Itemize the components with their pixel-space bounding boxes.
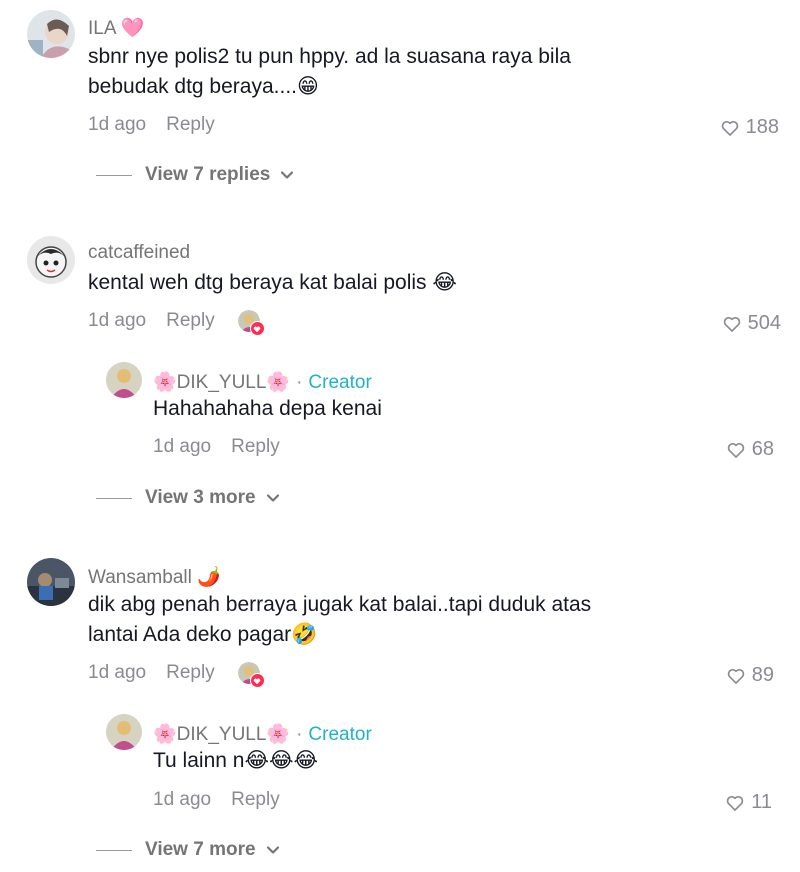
heart-outline-icon — [727, 668, 744, 684]
comment-username[interactable]: Wansamball 🌶️ — [88, 565, 221, 589]
view-more-button[interactable]: View 3 more — [96, 487, 280, 509]
heart-outline-icon — [721, 120, 738, 136]
view-more-label: View 7 more — [145, 839, 256, 860]
heart-badge-icon — [249, 321, 265, 336]
comment-meta: 1d ago Reply — [88, 310, 265, 336]
like-count: 68 — [751, 438, 774, 460]
comment-text-line: bebudak dtg beraya....😁 — [88, 75, 319, 98]
like-count: 504 — [747, 312, 781, 334]
like-count: 11 — [751, 791, 772, 813]
reply-username[interactable]: 🌸DIK_YULL🌸 · Creator — [153, 722, 372, 746]
view-more-button[interactable]: View 7 more — [96, 839, 280, 861]
reply-username[interactable]: 🌸DIK_YULL🌸 · Creator — [153, 370, 372, 394]
chevron-down-icon — [281, 171, 294, 179]
comment-time: 1d ago — [88, 662, 147, 684]
divider-line — [96, 849, 132, 851]
reply-text: Hahahahaha depa kenai — [153, 397, 382, 420]
chevron-down-icon — [266, 494, 279, 502]
chili-pepper-icon: 🌶️ — [197, 566, 221, 588]
separator-dot: · — [296, 372, 303, 393]
comment-time: 1d ago — [88, 310, 147, 332]
reply-button[interactable]: Reply — [231, 436, 280, 457]
comment-meta: 1d ago Reply — [88, 114, 215, 136]
creator-avatar[interactable] — [106, 362, 142, 398]
chevron-down-icon — [266, 846, 279, 854]
view-replies-label: View 7 replies — [145, 164, 271, 185]
like-button[interactable]: 68 — [726, 438, 774, 461]
avatar[interactable] — [27, 236, 75, 284]
creator-badge: Creator — [308, 724, 372, 745]
creator-liked-avatar — [237, 662, 265, 688]
divider-line — [96, 174, 132, 176]
avatar[interactable] — [27, 558, 75, 606]
reply-meta: 1d ago Reply — [153, 436, 280, 458]
heart-outline-icon — [723, 316, 740, 332]
divider-line — [96, 497, 132, 499]
separator-dot: · — [296, 724, 303, 745]
like-count: 188 — [745, 116, 779, 138]
like-button[interactable]: 11 — [725, 791, 772, 814]
like-button[interactable]: 188 — [720, 116, 779, 139]
creator-username: 🌸DIK_YULL🌸 — [153, 724, 291, 745]
reply-button[interactable]: Reply — [166, 310, 215, 331]
view-more-label: View 3 more — [145, 487, 256, 508]
comment-text-line: sbnr nye polis2 tu pun hppy. ad la suasa… — [88, 45, 571, 68]
comment-text-line: lantai Ada deko pagar🤣 — [88, 623, 318, 646]
reply-meta: 1d ago Reply — [153, 789, 280, 811]
heart-outline-icon — [727, 442, 744, 458]
heart-badge-icon — [249, 673, 265, 688]
reply-button[interactable]: Reply — [166, 662, 215, 683]
like-button[interactable]: 89 — [726, 664, 774, 687]
comment-username[interactable]: ILA 🩷 — [88, 16, 144, 40]
creator-username: 🌸DIK_YULL🌸 — [153, 372, 291, 393]
creator-liked-avatar — [237, 310, 265, 336]
comment-time: 1d ago — [88, 114, 147, 135]
creator-avatar[interactable] — [106, 714, 142, 750]
view-replies-button[interactable]: View 7 replies — [96, 164, 294, 186]
like-button[interactable]: 504 — [722, 312, 781, 335]
creator-badge: Creator — [308, 372, 372, 393]
comment-meta: 1d ago Reply — [88, 662, 265, 688]
comment-time: 1d ago — [153, 789, 212, 810]
reply-button[interactable]: Reply — [166, 114, 215, 135]
avatar[interactable] — [27, 10, 75, 58]
comment-text-line: dik abg penah berraya jugak kat balai..t… — [88, 593, 592, 616]
heart-outline-icon — [727, 795, 744, 811]
comment-time: 1d ago — [153, 436, 212, 457]
like-count: 89 — [751, 664, 774, 686]
reply-text: Tu lainn n😂😂😂 — [153, 749, 319, 772]
comment-text-line: kental weh dtg beraya kat balai polis 😂 — [88, 271, 457, 294]
reply-button[interactable]: Reply — [231, 789, 280, 810]
comment-username[interactable]: catcaffeined — [88, 242, 190, 264]
pink-heart-icon: 🩷 — [120, 18, 145, 39]
